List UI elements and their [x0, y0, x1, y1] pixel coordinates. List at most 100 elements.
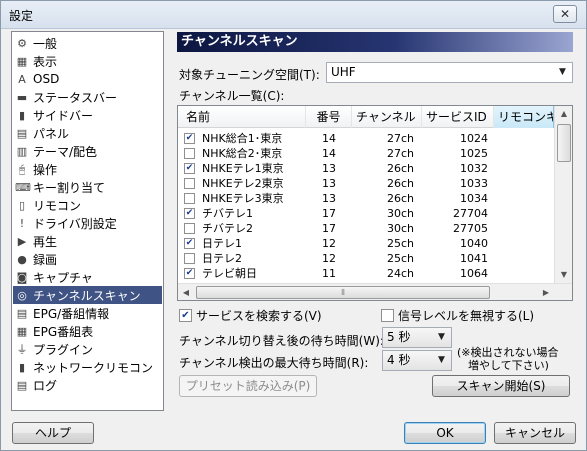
row-checkbox[interactable]: ✔: [184, 133, 195, 144]
sidebar-item[interactable]: ! ドライバ別設定: [13, 214, 162, 232]
row-checkbox[interactable]: ✔: [184, 208, 195, 219]
row-checkbox[interactable]: ✔: [184, 268, 195, 279]
sidebar-item[interactable]: ◙ キャプチャ: [13, 268, 162, 286]
record-icon: ●: [17, 252, 27, 266]
mouse-icon: 🖰: [18, 162, 26, 176]
max-wait-value: 4 秒: [387, 353, 411, 367]
channel-row[interactable]: ✔ チバテレ1 17 30ch 27704: [178, 206, 554, 221]
row-checkbox[interactable]: [184, 148, 195, 159]
ignore-signal-label: 信号レベルを無視する(L): [398, 309, 535, 323]
channel-row[interactable]: ✔ NHK総合1･東京 14 27ch 1024: [178, 131, 554, 146]
cell-channel: 27ch: [386, 132, 414, 145]
row-checkbox[interactable]: ✔: [184, 238, 195, 249]
column-service-id[interactable]: サービスID: [422, 106, 494, 128]
sidebar-item-label: 一般: [33, 36, 58, 51]
vertical-scroll-thumb[interactable]: [557, 124, 571, 162]
sidebar-item-label: ステータスバー: [33, 90, 118, 105]
horizontal-scroll-thumb[interactable]: ⦀: [196, 286, 490, 299]
sidebar-item[interactable]: ● 録画: [13, 250, 162, 268]
sidebar-item-label: 操作: [33, 162, 58, 177]
cell-service-id: 1040: [460, 237, 488, 250]
driver-icon: !: [19, 216, 25, 230]
channel-row[interactable]: ✔ NHKEテレ1東京 13 26ch 1032: [178, 161, 554, 176]
sidebar-item-label: OSD: [33, 72, 60, 86]
row-checkbox[interactable]: [184, 178, 195, 189]
cell-channel: 30ch: [386, 222, 414, 235]
sidebar-item-label: キー割り当て: [33, 180, 106, 195]
ignore-signal-checkbox[interactable]: 信号レベルを無視する(L): [381, 308, 534, 323]
row-checkbox[interactable]: [184, 223, 195, 234]
close-button[interactable]: ✕: [553, 5, 577, 23]
sidebar-item[interactable]: ▥ テーマ/配色: [13, 142, 162, 160]
cancel-button[interactable]: キャンセル: [494, 422, 576, 444]
sidebar-item[interactable]: ⏚ プラグイン: [13, 340, 162, 358]
cell-service-id: 1025: [460, 147, 488, 160]
channel-row[interactable]: ✔ テレビ朝日 11 24ch 1064: [178, 266, 554, 281]
scroll-up-icon[interactable]: ▲: [556, 106, 572, 122]
sidebar-item[interactable]: ▤ パネル: [13, 124, 162, 142]
column-remote-key[interactable]: リモコンキ: [494, 106, 554, 128]
wait-after-switch-select[interactable]: 5 秒 ▼: [382, 327, 452, 348]
help-button[interactable]: ヘルプ: [12, 422, 94, 444]
cell-channel: 24ch: [386, 267, 414, 280]
settings-category-list[interactable]: ⚙ 一般 ▦ 表示 A OSD ▬ ステータスバー ▮ サイドバー ▤ パネル ▥ テーマ/配色 🖰 操作 ⌨ キ…: [11, 31, 164, 411]
channel-row[interactable]: NHKEテレ2東京 13 26ch 1033: [178, 176, 554, 191]
scan-icon: ◎: [17, 288, 27, 302]
scroll-right-icon[interactable]: ▶: [538, 285, 554, 300]
vertical-scrollbar[interactable]: ▲ ▼: [554, 106, 572, 283]
sidebar-item[interactable]: ▶ 再生: [13, 232, 162, 250]
max-wait-select[interactable]: 4 秒 ▼: [382, 350, 452, 371]
sidebar-item[interactable]: 🖰 操作: [13, 160, 162, 178]
sidebar-item-label: EPG番組表: [33, 324, 94, 339]
cell-service-id: 1041: [460, 252, 488, 265]
checkbox-box: [381, 309, 394, 322]
search-services-checkbox[interactable]: ✔ サービスを検索する(V): [179, 308, 322, 323]
column-name[interactable]: 名前: [178, 106, 306, 128]
row-checkbox[interactable]: [184, 193, 195, 204]
channel-row[interactable]: NHK総合2･東京 14 27ch 1025: [178, 146, 554, 161]
row-checkbox[interactable]: [184, 253, 195, 264]
sidebar-item-label: チャンネルスキャン: [33, 288, 141, 303]
sidebar-item[interactable]: ⚙ 一般: [13, 34, 162, 52]
cell-channel: 26ch: [386, 177, 414, 190]
cell-service-id: 27705: [453, 222, 488, 235]
scan-start-button[interactable]: スキャン開始(S): [432, 375, 570, 397]
channel-row[interactable]: 日テレ2 12 25ch 1041: [178, 251, 554, 266]
search-services-label: サービスを検索する(V): [196, 309, 322, 323]
settings-window: 設定 ✕ ⚙ 一般 ▦ 表示 A OSD ▬ ステータスバー ▮ サイドバー ▤ パネル ▥ テーマ/配色…: [0, 0, 587, 451]
scroll-left-icon[interactable]: ◀: [178, 285, 194, 300]
sidebar-item-label: サイドバー: [33, 108, 94, 123]
sidebar-item-label: キャプチャ: [33, 270, 93, 285]
sidebar-item[interactable]: ▮ サイドバー: [13, 106, 162, 124]
sidebar-item[interactable]: ▦ EPG番組表: [13, 322, 162, 340]
scroll-down-icon[interactable]: ▼: [556, 267, 572, 283]
column-number[interactable]: 番号: [306, 106, 352, 128]
cell-channel: 30ch: [386, 207, 414, 220]
max-wait-note-line2: 増やして下さい): [468, 359, 549, 372]
ok-button[interactable]: OK: [404, 422, 486, 444]
sidebar-item[interactable]: ▯ リモコン: [13, 196, 162, 214]
row-checkbox[interactable]: ✔: [184, 163, 195, 174]
sidebar-item[interactable]: ▦ 表示: [13, 52, 162, 70]
preset-load-button[interactable]: プリセット読み込み(P): [179, 375, 317, 397]
channel-row[interactable]: ✔ 日テレ1 12 25ch 1040: [178, 236, 554, 251]
cell-name: 日テレ1: [202, 237, 242, 250]
channel-row[interactable]: NHKEテレ3東京 13 26ch 1034: [178, 191, 554, 206]
horizontal-scrollbar[interactable]: ◀ ⦀ ▶: [178, 283, 572, 300]
sidebar-item[interactable]: A OSD: [13, 70, 162, 88]
sidebar-panel-icon: ▮: [18, 108, 26, 122]
sidebar-item[interactable]: ◎ チャンネルスキャン: [13, 286, 162, 304]
cell-number: 12: [322, 237, 336, 250]
sidebar-item[interactable]: ⌨ キー割り当て: [13, 178, 162, 196]
cell-channel: 27ch: [386, 147, 414, 160]
tuning-space-select[interactable]: UHF ▼: [326, 62, 573, 83]
sidebar-item[interactable]: ▮ ネットワークリモコン: [13, 358, 162, 376]
channel-list[interactable]: 名前 番号 チャンネル サービスID リモコンキ ✔ NHK総合1･東京 14 27c…: [177, 105, 573, 301]
sidebar-item-label: EPG/番組情報: [33, 306, 110, 321]
sidebar-item[interactable]: ▤ ログ: [13, 376, 162, 394]
sidebar-item[interactable]: ▬ ステータスバー: [13, 88, 162, 106]
sidebar-item[interactable]: ▤ EPG/番組情報: [13, 304, 162, 322]
channel-row[interactable]: チバテレ2 17 30ch 27705: [178, 221, 554, 236]
column-channel[interactable]: チャンネル: [352, 106, 422, 128]
log-icon: ▤: [16, 378, 28, 392]
